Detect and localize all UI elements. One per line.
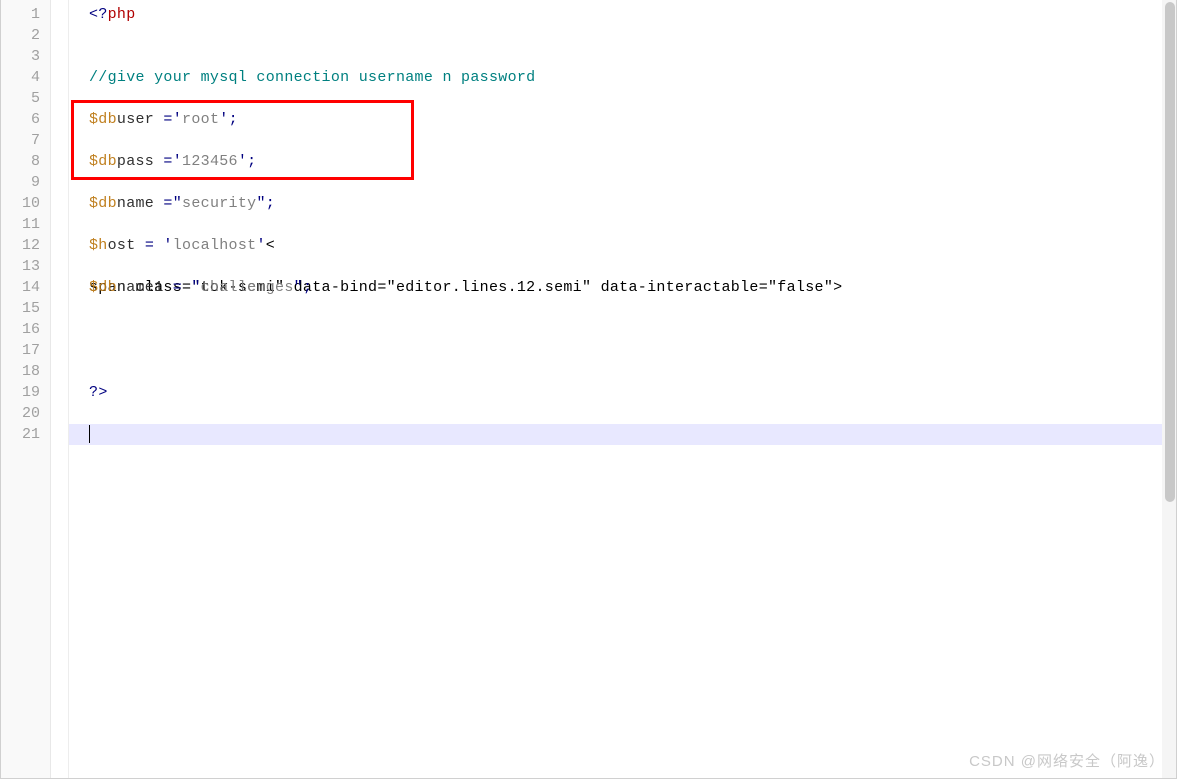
line-number: 14 bbox=[1, 277, 40, 298]
code-line[interactable]: $dbuser ='root'; bbox=[89, 109, 1176, 130]
code-line[interactable]: $dbpass ='123456'; bbox=[89, 151, 1176, 172]
code-line[interactable] bbox=[89, 424, 1176, 445]
line-number: 20 bbox=[1, 403, 40, 424]
line-number: 9 bbox=[1, 172, 40, 193]
code-line[interactable] bbox=[89, 319, 1176, 340]
code-line[interactable]: $dbname1 = "challenges"; bbox=[89, 277, 1176, 298]
line-number: 17 bbox=[1, 340, 40, 361]
code-line[interactable] bbox=[89, 298, 1176, 319]
code-line[interactable] bbox=[89, 214, 1176, 235]
line-number: 3 bbox=[1, 46, 40, 67]
code-line[interactable]: ?> bbox=[89, 382, 1176, 403]
code-line[interactable] bbox=[89, 88, 1176, 109]
text-cursor bbox=[89, 425, 90, 443]
line-number-gutter: 1 2 3 4 5 6 7 8 9 10 11 12 13 14 15 16 1… bbox=[1, 0, 51, 778]
line-number: 8 bbox=[1, 151, 40, 172]
code-line[interactable] bbox=[89, 46, 1176, 67]
watermark-text: CSDN @网络安全（阿逸） bbox=[969, 750, 1165, 771]
code-line[interactable] bbox=[89, 256, 1176, 277]
code-line[interactable]: <?php bbox=[89, 4, 1176, 25]
line-number: 11 bbox=[1, 214, 40, 235]
line-number: 6 bbox=[1, 109, 40, 130]
line-number: 15 bbox=[1, 298, 40, 319]
code-line[interactable] bbox=[89, 172, 1176, 193]
line-number: 16 bbox=[1, 319, 40, 340]
code-line[interactable] bbox=[89, 403, 1176, 424]
code-line[interactable] bbox=[89, 361, 1176, 382]
line-number: 10 bbox=[1, 193, 40, 214]
line-number: 2 bbox=[1, 25, 40, 46]
code-area[interactable]: <?php //give your mysql connection usern… bbox=[69, 0, 1176, 778]
line-number: 12 bbox=[1, 235, 40, 256]
code-line[interactable]: //give your mysql connection username n … bbox=[89, 67, 1176, 88]
code-line[interactable] bbox=[89, 340, 1176, 361]
line-number: 7 bbox=[1, 130, 40, 151]
line-number: 19 bbox=[1, 382, 40, 403]
line-number: 1 bbox=[1, 4, 40, 25]
code-editor[interactable]: 1 2 3 4 5 6 7 8 9 10 11 12 13 14 15 16 1… bbox=[0, 0, 1177, 779]
line-number: 5 bbox=[1, 88, 40, 109]
line-number: 18 bbox=[1, 361, 40, 382]
fold-margin bbox=[51, 0, 69, 778]
code-line[interactable]: $host = 'localhost'< span class="tok-sem… bbox=[89, 235, 1176, 256]
line-number: 13 bbox=[1, 256, 40, 277]
line-number: 21 bbox=[1, 424, 40, 445]
comment-text: //give your mysql connection username n … bbox=[89, 69, 535, 86]
code-line[interactable]: $dbname ="security"; bbox=[89, 193, 1176, 214]
line-number: 4 bbox=[1, 67, 40, 88]
code-line[interactable] bbox=[89, 25, 1176, 46]
code-line[interactable] bbox=[89, 130, 1176, 151]
